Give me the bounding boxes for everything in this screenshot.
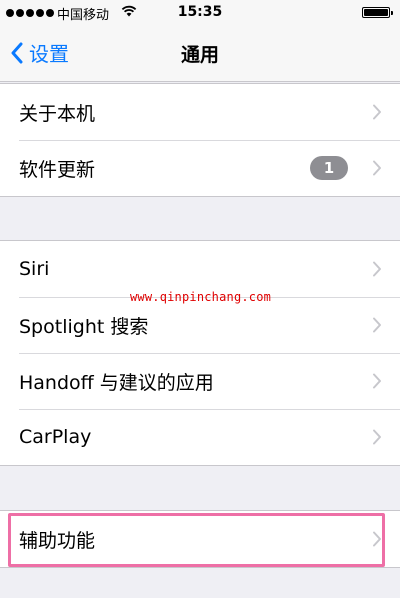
row-accessibility[interactable]: 辅助功能	[0, 511, 400, 567]
row-label: 软件更新	[19, 158, 96, 181]
settings-group-about: 关于本机 软件更新 1	[0, 83, 400, 197]
battery-icon	[362, 7, 393, 18]
row-handoff[interactable]: Handoff 与建议的应用	[0, 353, 400, 409]
chevron-right-icon	[373, 104, 381, 120]
row-label: 辅助功能	[19, 529, 96, 552]
chevron-right-icon	[373, 373, 381, 389]
chevron-right-icon	[373, 429, 381, 445]
row-label: CarPlay	[19, 426, 92, 448]
chevron-right-icon	[373, 531, 381, 547]
status-bar: 中国移动 15:35	[0, 0, 400, 26]
settings-group-accessibility: 辅助功能	[0, 510, 400, 568]
row-about[interactable]: 关于本机	[0, 84, 400, 140]
row-label: Handoff 与建议的应用	[19, 371, 214, 394]
page-title: 通用	[180, 44, 219, 66]
chevron-right-icon	[373, 317, 381, 333]
row-siri[interactable]: Siri	[0, 241, 400, 297]
row-label: Spotlight 搜索	[19, 315, 149, 338]
watermark-text: www.qinpinchang.com	[130, 290, 272, 304]
chevron-right-icon	[373, 160, 381, 176]
update-count-badge: 1	[310, 156, 348, 180]
clock: 15:35	[177, 4, 223, 20]
navigation-bar: 设置 通用	[0, 26, 400, 82]
row-software-update[interactable]: 软件更新 1	[0, 140, 400, 196]
row-spotlight[interactable]: Spotlight 搜索	[0, 297, 400, 353]
row-carplay[interactable]: CarPlay	[0, 409, 400, 465]
settings-group-siri: Siri Spotlight 搜索 Handoff 与建议的应用 CarPlay	[0, 240, 400, 466]
row-label: Siri	[19, 258, 50, 280]
chevron-right-icon	[373, 261, 381, 277]
row-label: 关于本机	[19, 102, 96, 125]
